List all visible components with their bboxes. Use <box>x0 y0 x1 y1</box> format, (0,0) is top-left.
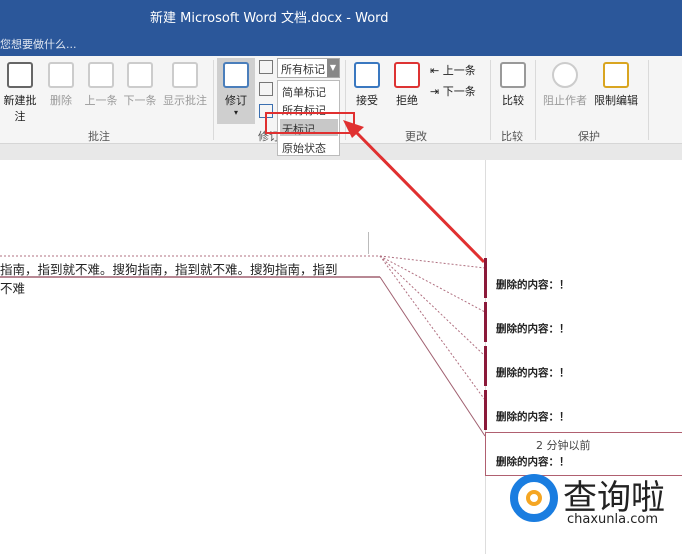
revision-bar <box>484 390 487 430</box>
comment-balloon[interactable]: 删除的内容：！ <box>496 409 570 424</box>
revision-bar <box>484 258 487 298</box>
comment-balloon[interactable]: 删除的内容：！ <box>496 277 570 292</box>
connector <box>379 255 486 313</box>
comment-balloon[interactable]: 删除的内容：！ <box>496 321 570 336</box>
connector <box>379 276 486 437</box>
logo-q-icon <box>510 474 558 522</box>
revision-bar <box>484 302 487 342</box>
comment-time: 2 分钟以前 <box>536 439 591 452</box>
watermark-domain: chaxunla.com <box>567 512 658 527</box>
comment-balloon[interactable]: 删除的内容：！ <box>496 454 570 469</box>
revision-bar <box>484 346 487 386</box>
connector <box>379 255 486 357</box>
connector <box>379 255 486 401</box>
logo-inner-ring <box>526 490 542 506</box>
comment-balloon[interactable]: 删除的内容：！ <box>496 365 570 380</box>
connector <box>379 255 486 269</box>
watermark-logo: 查询啦 chaxunla.com <box>505 470 675 534</box>
red-arrow <box>350 126 486 264</box>
